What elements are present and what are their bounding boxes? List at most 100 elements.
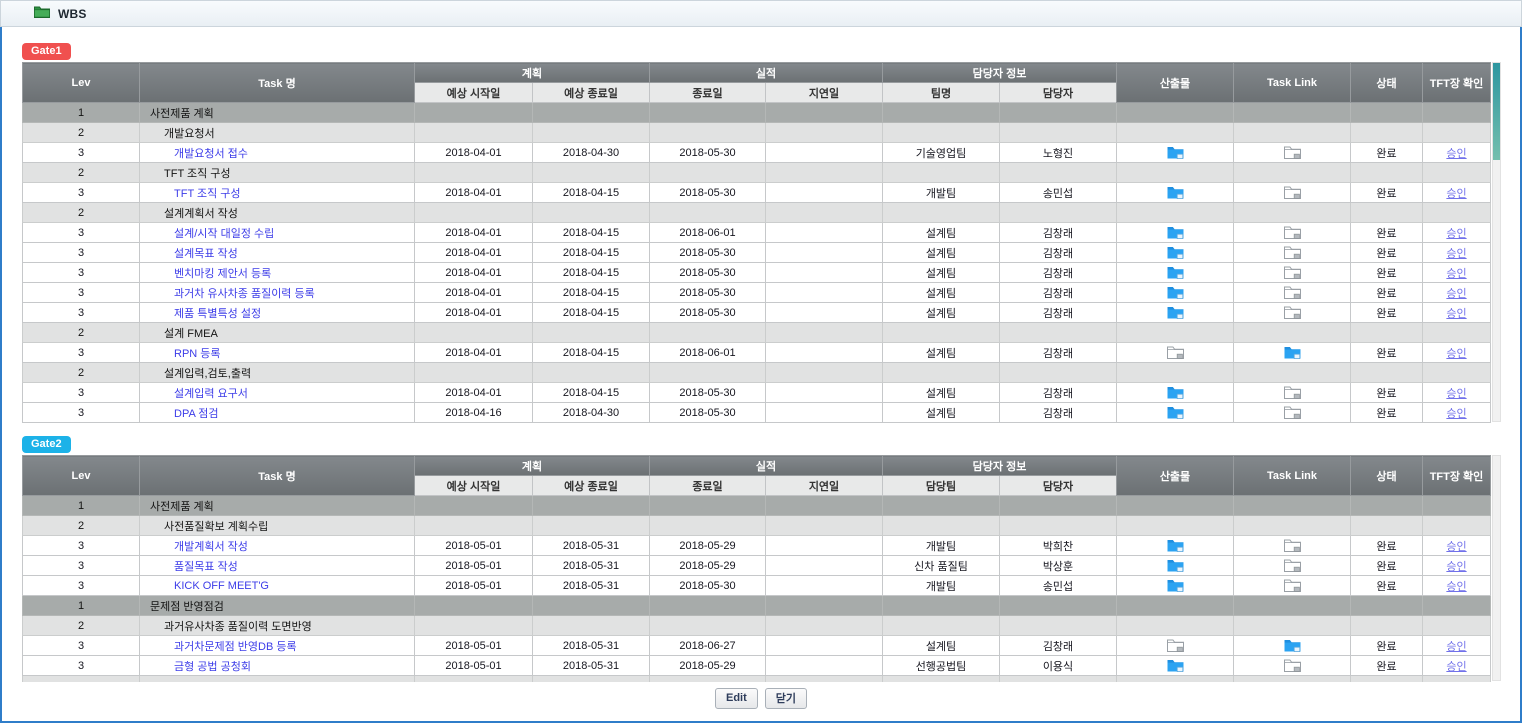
task-name-link[interactable]: 품질목표 작성 [174,561,238,573]
approve-link[interactable]: 승인 [1446,661,1466,673]
approve-link[interactable]: 승인 [1446,248,1466,260]
plan-start-cell [415,676,533,682]
output-folder-icon-gray[interactable] [1167,639,1184,651]
output-folder-icon-blue[interactable] [1167,266,1184,278]
page-title: WBS [58,7,87,21]
team-cell [883,323,1000,343]
task-link-folder-icon-gray[interactable] [1284,559,1301,571]
lev-cell: 2 [23,516,140,536]
plan-end-cell [533,676,650,682]
team-cell: 설계팀 [883,303,1000,323]
task-row-lev3: 3과거차 유사차종 품질이력 등록2018-04-012018-04-15201… [23,283,1491,303]
output-folder-icon-blue[interactable] [1167,386,1184,398]
task-name-cell [140,676,415,682]
gate2-scrollbar[interactable] [1492,455,1501,681]
edit-button[interactable]: Edit [715,688,758,709]
output-folder-icon-gray[interactable] [1167,346,1184,358]
task-name-link[interactable]: 과거차 유사차종 품질이력 등록 [174,288,315,300]
task-link-folder-icon-gray[interactable] [1284,246,1301,258]
task-name-link[interactable]: 제품 특별특성 설정 [174,308,261,320]
output-folder-icon-blue[interactable] [1167,559,1184,571]
output-folder-icon-blue[interactable] [1167,146,1184,158]
output-folder-icon-blue[interactable] [1167,226,1184,238]
gate1-scrollbar-thumb[interactable] [1493,63,1500,160]
approve-link[interactable]: 승인 [1446,288,1466,300]
task-name-link[interactable]: 개발계획서 작성 [174,541,248,553]
output-folder-icon-blue[interactable] [1167,539,1184,551]
output-folder-icon-blue[interactable] [1167,306,1184,318]
task-name-link[interactable]: 설계입력 요구서 [174,388,248,400]
col-header-tft: TFT장 확인 [1423,456,1491,496]
task-link-folder-icon-gray[interactable] [1284,539,1301,551]
approve-link[interactable]: 승인 [1446,561,1466,573]
titlebar: WBS [0,0,1522,27]
approve-link[interactable]: 승인 [1446,188,1466,200]
person-cell: 김창래 [1000,303,1117,323]
task-name-link[interactable]: 과거차문제점 반영DB 등록 [174,641,297,653]
plan-start-cell: 2018-04-01 [415,183,533,203]
plan-end-cell: 2018-04-15 [533,383,650,403]
output-folder-icon-blue[interactable] [1167,186,1184,198]
task-name-link[interactable]: 벤치마킹 제안서 등록 [174,268,271,280]
lev-cell: 3 [23,656,140,676]
tft-cell: 승인 [1423,283,1491,303]
task-name-link[interactable]: 금형 공법 공청회 [174,661,251,673]
task-link-folder-icon-gray[interactable] [1284,659,1301,671]
task-name-link[interactable]: 개발요청서 접수 [174,148,248,160]
task-link-folder-icon-gray[interactable] [1284,386,1301,398]
plan-end-cell: 2018-05-31 [533,536,650,556]
gate1-scrollbar[interactable] [1492,62,1501,422]
actual-end-cell: 2018-06-27 [650,636,766,656]
approve-link[interactable]: 승인 [1446,348,1466,360]
approve-link[interactable]: 승인 [1446,541,1466,553]
plan-start-cell [415,163,533,183]
task-link-folder-icon-blue[interactable] [1284,346,1301,358]
col-header-plan: 계획 [415,456,650,476]
task-link-folder-icon-gray[interactable] [1284,406,1301,418]
task-link-folder-icon-gray[interactable] [1284,266,1301,278]
task-link-folder-icon-gray[interactable] [1284,226,1301,238]
task-link-folder-icon-gray[interactable] [1284,186,1301,198]
actual-end-cell: 2018-05-29 [650,536,766,556]
approve-link[interactable]: 승인 [1446,148,1466,160]
approve-link[interactable]: 승인 [1446,268,1466,280]
wbs-window: WBS Gate1 Lev Task 명 계획 실적 담당자 정보 [0,0,1522,723]
task-name-link[interactable]: 설계/시작 대일정 수립 [174,228,274,240]
task-name-cell: 개발요청서 접수 [140,143,415,163]
task-link-cell [1234,616,1351,636]
approve-link[interactable]: 승인 [1446,388,1466,400]
output-folder-icon-blue[interactable] [1167,406,1184,418]
task-link-cell [1234,263,1351,283]
task-link-folder-icon-blue[interactable] [1284,639,1301,651]
tft-cell [1423,616,1491,636]
col-header-actual: 실적 [650,456,883,476]
output-folder-icon-blue[interactable] [1167,579,1184,591]
task-name-cell: 설계입력 요구서 [140,383,415,403]
actual-end-cell: 2018-05-30 [650,143,766,163]
task-link-folder-icon-gray[interactable] [1284,146,1301,158]
status-cell: 완료 [1351,556,1423,576]
task-link-folder-icon-gray[interactable] [1284,286,1301,298]
actual-end-cell: 2018-06-01 [650,223,766,243]
plan-end-cell: 2018-04-30 [533,143,650,163]
output-folder-icon-blue[interactable] [1167,246,1184,258]
approve-link[interactable]: 승인 [1446,228,1466,240]
task-name-link[interactable]: 설계목표 작성 [174,248,238,260]
output-folder-icon-blue[interactable] [1167,659,1184,671]
task-name-link[interactable]: KICK OFF MEET'G [174,580,269,592]
approve-link[interactable]: 승인 [1446,641,1466,653]
lev-cell: 2 [23,203,140,223]
team-cell [883,516,1000,536]
output-folder-icon-blue[interactable] [1167,286,1184,298]
approve-link[interactable]: 승인 [1446,308,1466,320]
task-name-link[interactable]: RPN 등록 [174,348,221,360]
task-name-link[interactable]: TFT 조직 구성 [174,188,241,200]
approve-link[interactable]: 승인 [1446,408,1466,420]
close-button[interactable]: 닫기 [765,688,807,709]
approve-link[interactable]: 승인 [1446,581,1466,593]
task-link-folder-icon-gray[interactable] [1284,306,1301,318]
delay-cell [766,596,883,616]
task-name-link[interactable]: DPA 점검 [174,408,219,420]
person-cell: 김창래 [1000,383,1117,403]
task-link-folder-icon-gray[interactable] [1284,579,1301,591]
